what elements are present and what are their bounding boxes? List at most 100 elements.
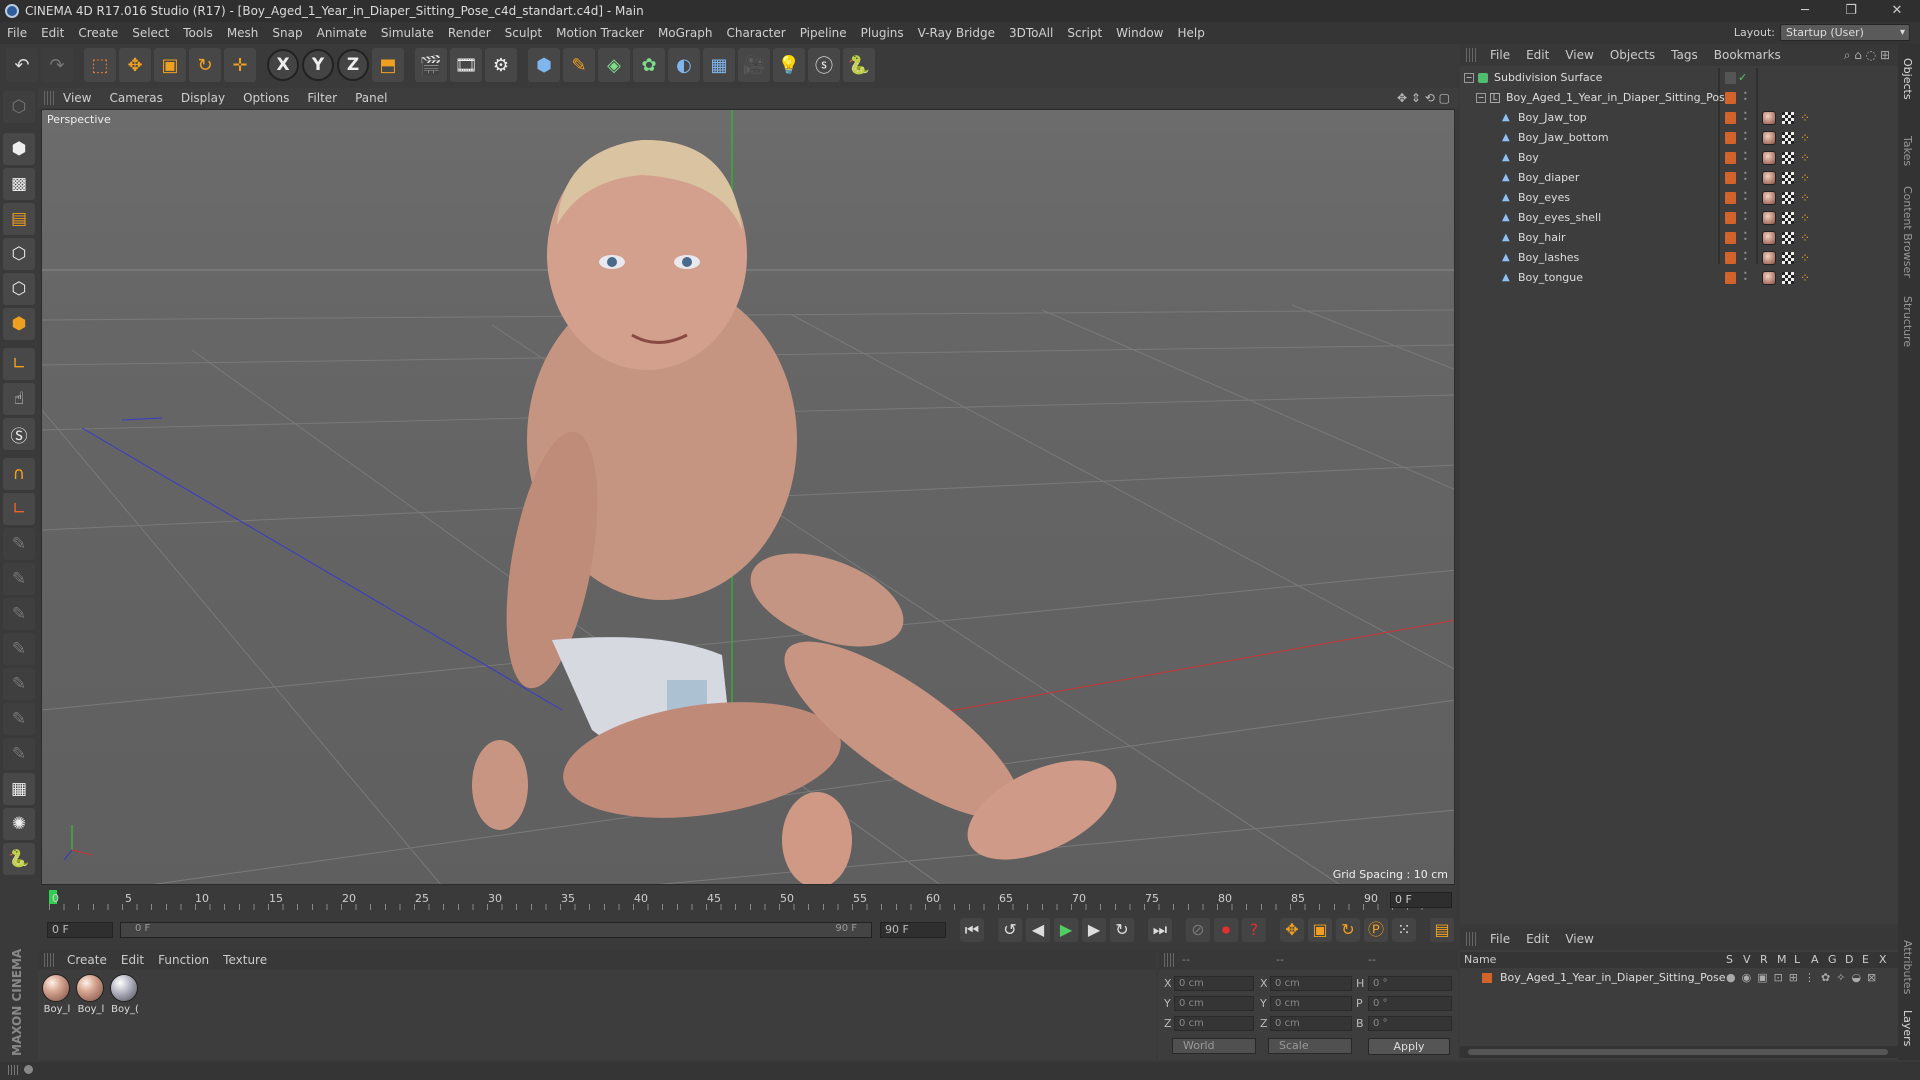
xref-column-header[interactable]: X	[1879, 953, 1887, 966]
next-frame-icon[interactable]: ▶	[1082, 918, 1106, 942]
selection-tag-icon[interactable]: ⁘	[1800, 191, 1814, 205]
objects-toolbar-icons[interactable]: ⌕ ⌂ ◌ ⊞	[1844, 48, 1890, 63]
layer-swatch[interactable]	[1725, 132, 1736, 144]
texture-mode-icon[interactable]: ▩	[3, 168, 35, 200]
key-scale-icon[interactable]: ▣	[1308, 918, 1332, 942]
visibility-dots-icon[interactable]: • •	[1743, 130, 1748, 144]
layer-swatch[interactable]	[1725, 252, 1736, 264]
live-selection-icon[interactable]: ⬚	[84, 48, 116, 82]
animation-column-header[interactable]: A	[1811, 953, 1819, 966]
pos-z-field[interactable]: 0 cm	[1174, 1016, 1254, 1031]
scrollbar-thumb[interactable]	[1468, 1049, 1888, 1055]
deformer-icon[interactable]: ◐	[668, 48, 700, 82]
z-axis-icon[interactable]: Z	[337, 49, 369, 81]
material-menu-function[interactable]: Function	[151, 953, 216, 967]
uvw-tag-icon[interactable]	[1782, 252, 1794, 264]
material-tag-icon[interactable]	[1762, 151, 1776, 165]
tab-structure[interactable]: Structure	[1901, 296, 1914, 347]
panel-grip-icon[interactable]	[1466, 932, 1476, 946]
render-column-header[interactable]: R	[1760, 953, 1768, 966]
scale-icon[interactable]: ▣	[154, 48, 186, 82]
material-tag-icon[interactable]	[1762, 191, 1776, 205]
brush-4-icon[interactable]: ✎	[3, 633, 35, 665]
go-to-start-icon[interactable]: ⏮	[960, 918, 984, 942]
snap-icon[interactable]: Ⓢ	[3, 418, 35, 450]
material-menu-texture[interactable]: Texture	[216, 953, 274, 967]
layer-swatch[interactable]	[1725, 112, 1736, 124]
frame-range-slider[interactable]: 0 F 90 F	[120, 922, 872, 938]
menu-vray-bridge[interactable]: V-Ray Bridge	[911, 26, 1002, 40]
tab-layers[interactable]: Layers	[1901, 1010, 1914, 1046]
play-icon[interactable]: ▶	[1054, 918, 1078, 942]
object-row[interactable]: ▲ Boy_tongue • • ⁘	[1460, 268, 1898, 288]
layer-swatch[interactable]	[1725, 152, 1736, 164]
material-tag-icon[interactable]	[1762, 231, 1776, 245]
visibility-dots-icon[interactable]: • •	[1743, 170, 1748, 184]
objects-menu-edit[interactable]: Edit	[1518, 48, 1557, 62]
autokeying-icon[interactable]: ?	[1242, 918, 1266, 942]
layer-swatch[interactable]	[1725, 192, 1736, 204]
pos-x-field[interactable]: 0 cm	[1174, 976, 1254, 991]
paint-icon[interactable]: ✺	[3, 808, 35, 840]
object-row[interactable]: ▲ Boy_hair • • ⁘	[1460, 228, 1898, 248]
uvw-tag-icon[interactable]	[1782, 152, 1794, 164]
objects-menu-file[interactable]: File	[1482, 48, 1518, 62]
selection-tag-icon[interactable]: ⁘	[1800, 251, 1814, 265]
menu-snap[interactable]: Snap	[265, 26, 309, 40]
model-mode-icon[interactable]: ⬢	[3, 133, 35, 165]
menu-select[interactable]: Select	[125, 26, 176, 40]
size-z-field[interactable]: 0 cm	[1270, 1016, 1352, 1031]
objects-menu-tags[interactable]: Tags	[1663, 48, 1706, 62]
manager-column-header[interactable]: M	[1777, 953, 1787, 966]
menu-character[interactable]: Character	[719, 26, 792, 40]
object-row[interactable]: ▲ Boy_eyes • • ⁘	[1460, 188, 1898, 208]
move-icon[interactable]: ✥	[119, 48, 151, 82]
material-swatch[interactable]: Boy_l	[76, 974, 106, 1016]
enabled-check-icon[interactable]: ✓	[1738, 68, 1747, 88]
material-swatch[interactable]: Boy_l	[42, 974, 72, 1016]
edit-render-settings-icon[interactable]: ⚙	[485, 48, 517, 82]
end-frame-field[interactable]: 90 F	[880, 922, 946, 938]
selection-tag-icon[interactable]: ⁘	[1800, 131, 1814, 145]
brush-6-icon[interactable]: ✎	[3, 703, 35, 735]
material-tag-icon[interactable]	[1762, 131, 1776, 145]
menu-render[interactable]: Render	[441, 26, 498, 40]
visibility-dots-icon[interactable]: • •	[1743, 150, 1748, 164]
undo-icon[interactable]: ↶	[6, 48, 38, 82]
perspective-viewport[interactable]: Perspective Grid Spacing : 10 cm	[41, 109, 1455, 885]
previous-key-icon[interactable]: ↺	[998, 918, 1022, 942]
uvw-tag-icon[interactable]	[1782, 272, 1794, 284]
tab-objects[interactable]: Objects	[1901, 58, 1914, 100]
visibility-dots-icon[interactable]: • •	[1743, 190, 1748, 204]
material-menu-create[interactable]: Create	[60, 953, 114, 967]
key-parameter-icon[interactable]: Ⓟ	[1364, 918, 1388, 942]
expressions-column-header[interactable]: E	[1862, 953, 1869, 966]
menu-window[interactable]: Window	[1109, 26, 1170, 40]
name-column-header[interactable]: Name	[1464, 953, 1496, 966]
object-row[interactable]: ▲ Boy_diaper • • ⁘	[1460, 168, 1898, 188]
vray-icon[interactable]: ⓢ	[808, 48, 840, 82]
object-row-subdivision-surface[interactable]: − Subdivision Surface ✓	[1460, 68, 1898, 88]
timeline-layout-icon[interactable]: ▤	[1430, 918, 1454, 942]
record-disabled-icon[interactable]: ⊘	[1186, 918, 1210, 942]
selection-tag-icon[interactable]: ⁘	[1800, 111, 1814, 125]
visibility-dots-icon[interactable]: • •	[1743, 250, 1748, 264]
objects-menu-objects[interactable]: Objects	[1602, 48, 1663, 62]
coordinate-system-icon[interactable]: ⬒	[372, 48, 404, 82]
y-axis-icon[interactable]: Y	[302, 49, 334, 81]
menu-motion-tracker[interactable]: Motion Tracker	[549, 26, 651, 40]
redo-icon[interactable]: ↷	[41, 48, 73, 82]
cloner-icon[interactable]: ✿	[633, 48, 665, 82]
panel-grip-icon[interactable]	[44, 953, 54, 967]
edges-mode-icon[interactable]: ⬡	[3, 273, 35, 305]
object-row[interactable]: ▲ Boy_Jaw_bottom • • ⁘	[1460, 128, 1898, 148]
grid-lock-icon[interactable]: ▦	[3, 773, 35, 805]
layers-menu-edit[interactable]: Edit	[1518, 932, 1557, 946]
material-tag-icon[interactable]	[1762, 271, 1776, 285]
workplane-mode-icon[interactable]: ▤	[3, 203, 35, 235]
menu-3dtoall[interactable]: 3DToAll	[1002, 26, 1060, 40]
menu-sculpt[interactable]: Sculpt	[498, 26, 549, 40]
panel-grip-icon[interactable]	[44, 91, 54, 105]
menu-edit[interactable]: Edit	[34, 26, 71, 40]
locked-column-header[interactable]: L	[1794, 953, 1800, 966]
